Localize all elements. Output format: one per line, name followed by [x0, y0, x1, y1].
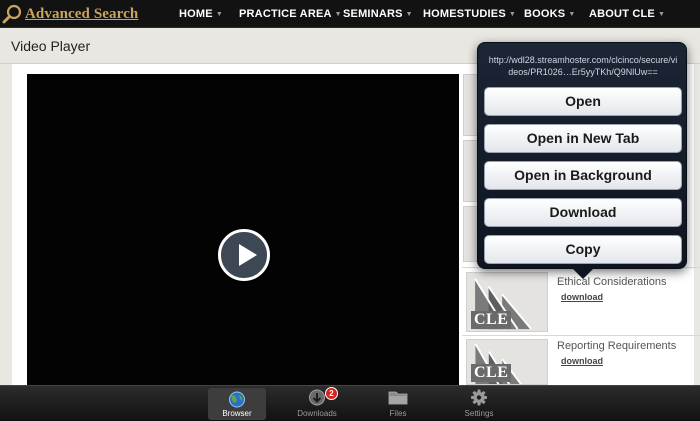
chevron-down-icon: ▼ — [568, 11, 576, 18]
gear-icon — [471, 389, 487, 406]
chevron-down-icon: ▼ — [508, 11, 517, 18]
screen: Advanced Search HOME ▼ PRACTICE AREA ▼ SEM… — [0, 0, 700, 421]
tab-label: Files — [389, 409, 407, 418]
open-background-button[interactable]: Open in Background — [484, 161, 682, 190]
tab-files[interactable]: Files — [369, 386, 427, 421]
popover-url: http://wdl28.streamhoster.com/clcinco/se… — [488, 55, 678, 77]
magnifier-icon — [2, 4, 22, 24]
folder-icon — [388, 391, 408, 405]
divider — [462, 335, 700, 336]
playlist-item-title[interactable]: Reporting Requirements — [557, 340, 676, 352]
nav-about-cle[interactable]: ABOUT CLE ▼ — [589, 8, 665, 20]
popover-arrow — [572, 268, 594, 279]
playlist-thumbnail[interactable]: CLE — [466, 339, 548, 385]
tab-downloads[interactable]: 2 Downloads — [288, 386, 346, 421]
download-button[interactable]: Download — [484, 198, 682, 227]
chevron-down-icon: ▼ — [334, 11, 342, 18]
tab-label: Browser — [222, 409, 252, 418]
tab-label: Downloads — [297, 409, 337, 418]
playlist-thumbnail[interactable]: CLE — [466, 272, 548, 332]
chevron-down-icon: ▼ — [405, 11, 413, 18]
thumb-logo-label: CLE — [471, 364, 512, 382]
brand-label: Advanced Search — [25, 5, 139, 22]
downloads-badge: 2 — [325, 387, 338, 400]
globe-icon — [229, 391, 245, 408]
chevron-down-icon: ▼ — [657, 11, 666, 18]
download-link[interactable]: download — [561, 356, 603, 366]
tab-label: Settings — [464, 409, 494, 418]
tab-settings[interactable]: Settings — [450, 386, 508, 421]
download-icon — [309, 389, 325, 406]
download-link[interactable]: download — [561, 292, 603, 302]
open-button[interactable]: Open — [484, 87, 682, 116]
advanced-search-link[interactable]: Advanced Search — [2, 4, 138, 24]
nav-home[interactable]: HOME ▼ — [179, 8, 223, 20]
play-button[interactable] — [218, 229, 270, 281]
nav-books[interactable]: BOOKS ▼ — [524, 8, 575, 20]
nav-seminars[interactable]: SEMINARS ▼ — [343, 8, 413, 20]
copy-button[interactable]: Copy — [484, 235, 682, 264]
bottom-tab-bar: Browser 2 Downloads Files Settings — [0, 385, 700, 421]
thumb-logo-label: CLE — [471, 311, 512, 329]
nav-practice-area[interactable]: PRACTICE AREA ▼ — [239, 8, 342, 20]
top-nav-bar: Advanced Search HOME ▼ PRACTICE AREA ▼ SEM… — [0, 0, 700, 28]
chevron-down-icon: ▼ — [215, 11, 223, 18]
nav-homestudies[interactable]: HOMESTUDIES ▼ — [423, 8, 516, 20]
play-icon — [239, 244, 257, 266]
tab-browser[interactable]: Browser — [208, 388, 266, 420]
page-title: Video Player — [11, 38, 91, 54]
open-new-tab-button[interactable]: Open in New Tab — [484, 124, 682, 153]
